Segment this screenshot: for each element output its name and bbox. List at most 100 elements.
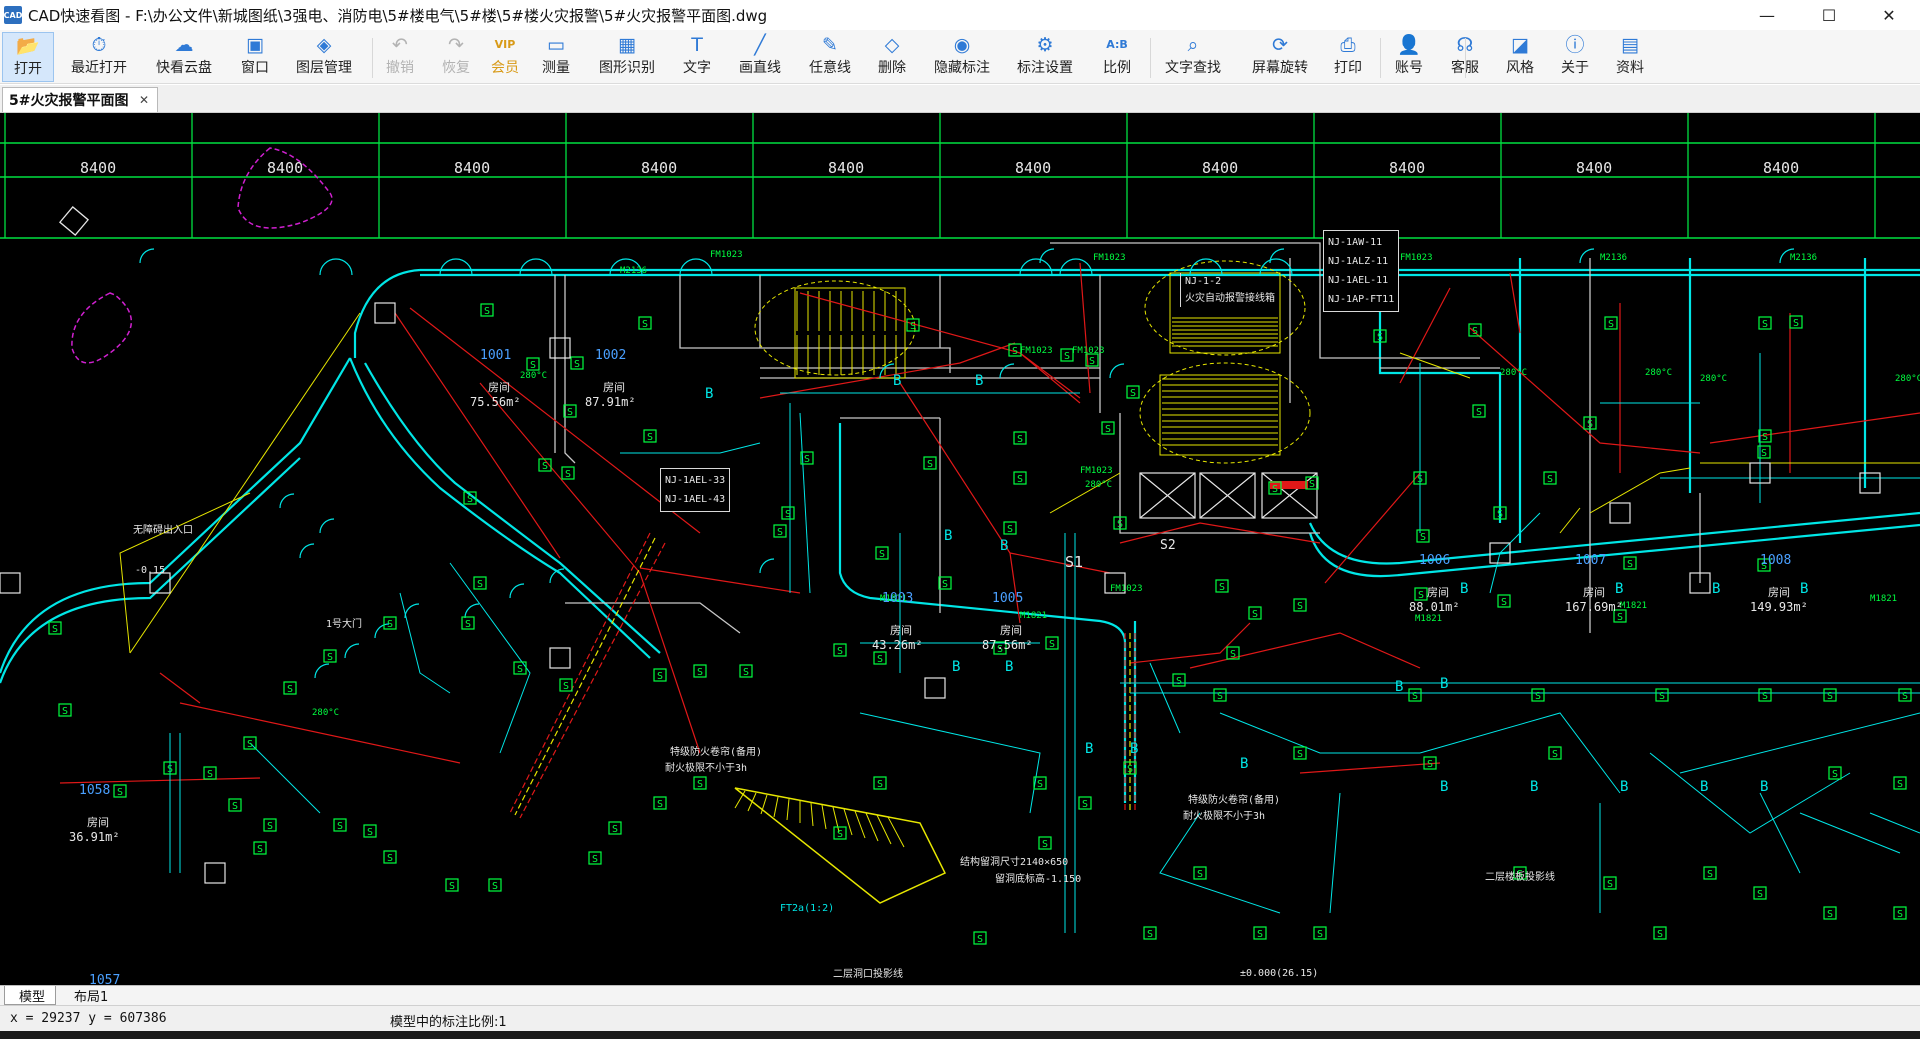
bus-labels: B B B B B B B B B B B B B B B B B B B B B (705, 373, 1808, 795)
svg-text:S: S (1105, 424, 1111, 435)
toolbar-annotation-settings-button[interactable]: ⚙ 标注设置 (1004, 32, 1086, 82)
toolbar-text-button[interactable]: T 文字 (671, 32, 723, 82)
svg-text:S: S (1417, 474, 1423, 485)
svg-text:B: B (1240, 756, 1248, 772)
svg-text:B: B (1395, 679, 1403, 695)
toolbar-separator (372, 38, 373, 78)
svg-text:S: S (1657, 929, 1663, 940)
svg-text:S: S (612, 824, 618, 835)
room-name: 房间 (1768, 586, 1790, 599)
svg-text:S: S (1472, 326, 1478, 337)
svg-text:S: S (1130, 388, 1136, 399)
callout-line: NJ-1AEL-33 (665, 475, 726, 486)
toolbar-label: 窗口 (241, 60, 269, 76)
svg-text:FM1023: FM1023 (1400, 253, 1433, 263)
toolbar-document-button[interactable]: ▤ 资料 (1604, 32, 1656, 82)
toolbar-redo-button[interactable]: ↷ 恢复 (430, 32, 482, 82)
svg-text:280°C: 280°C (312, 708, 339, 718)
tab-layout1[interactable]: 布局1 (64, 986, 124, 1005)
svg-text:280°C: 280°C (1085, 480, 1112, 490)
toolbar-ruler-button[interactable]: ▭ 测量 (530, 32, 582, 82)
svg-text:S: S (1317, 929, 1323, 940)
svg-text:S: S (477, 579, 483, 590)
room-name: 房间 (1427, 586, 1449, 599)
svg-text:280°C: 280°C (1895, 374, 1920, 384)
minimize-button[interactable]: — (1744, 0, 1790, 30)
callout-line: NJ-1AP-FT11 (1328, 294, 1395, 305)
svg-text:S: S (1272, 484, 1278, 495)
toolbar-label: 快看云盘 (156, 60, 212, 76)
room-num: 1002 (595, 348, 627, 363)
svg-text:S: S (567, 407, 573, 418)
toolbar-line-button[interactable]: ╱ 画直线 (726, 32, 794, 82)
svg-text:S: S (1197, 869, 1203, 880)
svg-text:B: B (1005, 659, 1013, 675)
svg-text:S: S (574, 359, 580, 370)
svg-text:B: B (1440, 779, 1448, 795)
maximize-button[interactable]: ☐ (1806, 0, 1852, 30)
toolbar-eye-hide-button[interactable]: ◉ 隐藏标注 (921, 32, 1003, 82)
toolbar-vip-button[interactable]: VIP 会员 (479, 32, 531, 82)
svg-text:S: S (1627, 559, 1633, 570)
svg-text:S: S (257, 844, 263, 855)
toolbar-text-search-button[interactable]: ⌕ 文字查找 (1152, 32, 1234, 82)
axis-dimension-label: 8400 (454, 159, 491, 177)
toolbar-shape-recognize-button[interactable]: ▦ 图形识别 (586, 32, 668, 82)
svg-text:S: S (910, 321, 916, 332)
toolbar-freehand-button[interactable]: ✎ 任意线 (796, 32, 864, 82)
svg-text:S: S (1297, 749, 1303, 760)
toolbar-undo-button[interactable]: ↶ 撤销 (374, 32, 426, 82)
svg-text:S: S (1535, 691, 1541, 702)
note-curtain-right-rating: 耐火极限不小于3h (1183, 811, 1266, 822)
tab-model[interactable]: 模型 (4, 986, 56, 1005)
toolbar-scale-button[interactable]: A:B 比例 (1091, 32, 1143, 82)
toolbar-clock-button[interactable]: ⏱ 最近打开 (58, 32, 140, 82)
drawing-canvas[interactable]: S S S S S S S S S S S S S S S S S S S S S S S S S S S S S S S S S S S S S S S S… (0, 113, 1920, 985)
svg-text:280°C: 280°C (1645, 368, 1672, 378)
room-area: 149.93m² (1750, 600, 1808, 614)
svg-text:S: S (1042, 839, 1048, 850)
nj-panel-label: NJ-1-2 火灾自动报警接线箱 (1180, 273, 1275, 307)
ruler-icon: ▭ (547, 34, 565, 56)
toolbar-cloud-button[interactable]: ☁ 快看云盘 (143, 32, 225, 82)
toolbar-rotate-screen-button[interactable]: ⟳ 屏幕旋转 (1239, 32, 1321, 82)
svg-text:S: S (1012, 346, 1018, 357)
svg-text:S: S (804, 454, 810, 465)
callout-top-box: NJ-1AW-11 NJ-1ALZ-11 NJ-1AEL-11 NJ-1AP-F… (1323, 230, 1400, 312)
toolbar-printer-button[interactable]: ⎙ 打印 (1322, 32, 1374, 82)
toolbar-label: 会员 (491, 60, 519, 76)
room-area: 87.56m² (982, 638, 1033, 652)
document-tab[interactable]: 5#火灾报警平面图 ✕ (2, 87, 158, 112)
svg-text:S: S (1219, 582, 1225, 593)
cursor-coordinates: x = 29237 y = 607386 (10, 1011, 167, 1026)
note-curtain-left: 特级防火卷帘(备用) (670, 747, 763, 758)
toolbar-layers-button[interactable]: ◈ 图层管理 (283, 32, 365, 82)
room-num: 1008 (1760, 553, 1792, 568)
svg-text:S: S (1897, 779, 1903, 790)
svg-text:S: S (1217, 691, 1223, 702)
toolbar-label: 最近打开 (71, 60, 127, 76)
cad-app-icon: CAD (4, 6, 22, 24)
svg-text:S: S (1608, 319, 1614, 330)
toolbar-folder-open-button[interactable]: 📂 打开 (2, 32, 54, 82)
close-tab-icon[interactable]: ✕ (139, 93, 149, 107)
toolbar-separator (1380, 38, 1381, 78)
svg-text:S: S (1497, 509, 1503, 520)
svg-text:B: B (1440, 676, 1448, 692)
svg-text:S: S (1552, 749, 1558, 760)
toolbar-window-button[interactable]: ▣ 窗口 (229, 32, 281, 82)
axis-dimension-label: 8400 (1763, 159, 1800, 177)
svg-text:S: S (467, 494, 473, 505)
shape-recognize-icon: ▦ (618, 34, 636, 56)
nj-panel-desc: 火灾自动报警接线箱 (1185, 293, 1275, 304)
toolbar-style-button[interactable]: ◪ 风格 (1494, 32, 1546, 82)
svg-text:S: S (1257, 929, 1263, 940)
room-num: 1057 (89, 973, 121, 985)
toolbar-eraser-button[interactable]: ◇ 删除 (866, 32, 918, 82)
rotate-screen-icon: ⟳ (1272, 34, 1288, 56)
close-window-button[interactable]: ✕ (1866, 0, 1912, 30)
axis-dimension-label: 8400 (828, 159, 865, 177)
toolbar-user-button[interactable]: 👤 账号 (1383, 32, 1435, 82)
toolbar-info-button[interactable]: ⓘ 关于 (1549, 32, 1601, 82)
stair-dashed-ellipse (754, 280, 916, 376)
